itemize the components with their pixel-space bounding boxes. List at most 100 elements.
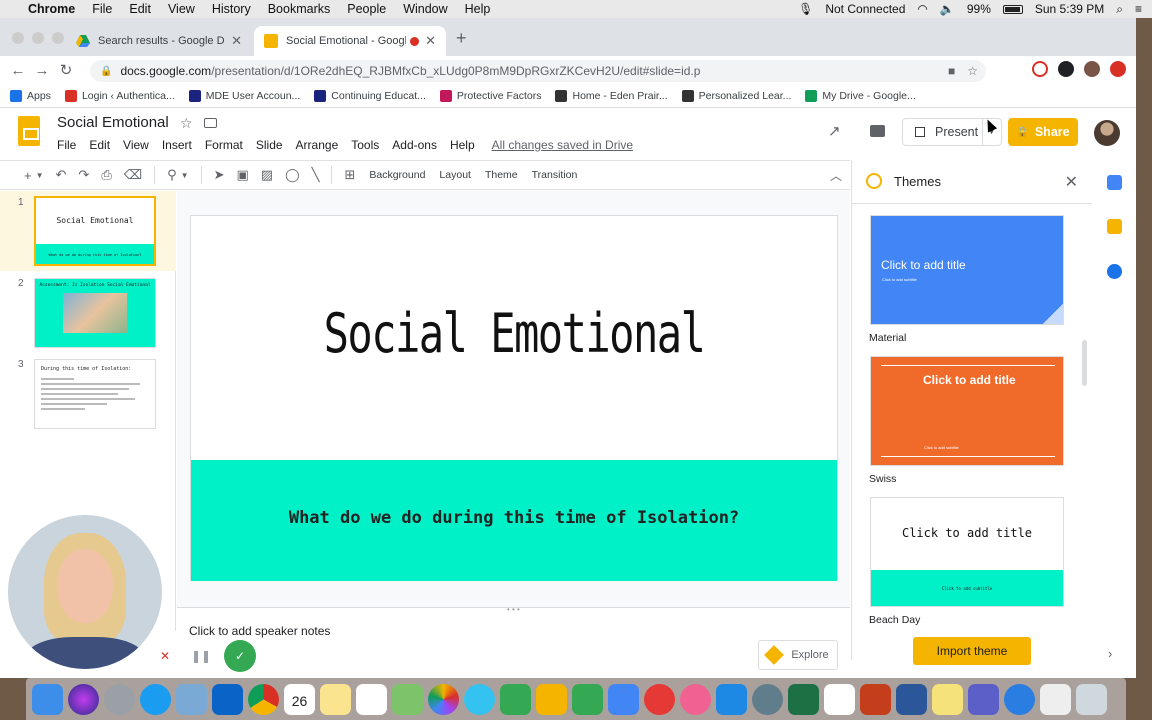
tab-google-drive[interactable]: Search results - Google Drive ✕ <box>66 26 252 56</box>
network-status[interactable]: Not Connected <box>825 2 905 16</box>
slide-thumbnail-1[interactable]: Social Emotional What do we do during th… <box>34 196 156 266</box>
more-icon[interactable]: ··· <box>124 643 142 669</box>
background-button[interactable]: Background <box>369 169 425 181</box>
move-folder-icon[interactable] <box>204 118 217 128</box>
music-icon[interactable] <box>680 683 711 715</box>
shape-icon[interactable]: ◯ <box>285 167 300 183</box>
document-title[interactable]: Social Emotional <box>57 114 169 131</box>
keep-icon[interactable] <box>1107 219 1122 234</box>
menu-app-name[interactable]: Chrome <box>28 2 75 16</box>
redo-icon[interactable]: ↷ <box>78 167 89 183</box>
url-field[interactable]: 🔒 docs.google.com /presentation/d/1ORe2d… <box>90 60 986 82</box>
minimize-window-button[interactable] <box>32 32 44 44</box>
save-status-link[interactable]: All changes saved in Drive <box>492 138 633 152</box>
menu-people[interactable]: People <box>347 2 386 16</box>
menu-bookmarks[interactable]: Bookmarks <box>268 2 331 16</box>
explore-button[interactable]: Explore <box>758 640 838 670</box>
back-icon[interactable]: ← <box>6 62 30 79</box>
camera-icon[interactable]: ■ <box>948 64 955 78</box>
image-icon[interactable]: ▨ <box>261 167 273 183</box>
docs-menu-file[interactable]: File <box>57 138 76 152</box>
lock-icon[interactable]: 🔒 <box>100 66 112 77</box>
notification-center-icon[interactable]: ≡ <box>1135 2 1142 16</box>
docs-menu-arrange[interactable]: Arrange <box>296 138 339 152</box>
bookmark-item[interactable]: Personalized Lear... <box>681 89 791 102</box>
teams-icon[interactable] <box>968 683 999 715</box>
new-tab-icon[interactable]: + <box>456 28 467 49</box>
profile-avatar-icon[interactable] <box>1084 61 1100 77</box>
menu-history[interactable]: History <box>212 2 251 16</box>
docs-menu-edit[interactable]: Edit <box>89 138 110 152</box>
speaker-notes[interactable]: • • • Click to add speaker notes <box>177 605 850 660</box>
docs-menu-insert[interactable]: Insert <box>162 138 192 152</box>
bookmark-item[interactable]: My Drive - Google... <box>805 89 916 102</box>
docs-menu-format[interactable]: Format <box>205 138 243 152</box>
pause-recording-icon[interactable]: ❚❚ <box>188 643 214 669</box>
extension-icon[interactable] <box>1110 61 1126 77</box>
cancel-recording-icon[interactable]: ✕ <box>152 643 178 669</box>
comment-icon[interactable] <box>870 125 885 137</box>
menu-file[interactable]: File <box>92 2 112 16</box>
close-window-button[interactable] <box>12 32 24 44</box>
theme-material[interactable]: Click to add title Click to add subtitle <box>870 215 1064 325</box>
chrome-icon[interactable] <box>248 683 279 715</box>
slide-subtitle[interactable]: What do we do during this time of Isolat… <box>191 508 837 528</box>
print-icon[interactable]: ⎙ <box>101 167 111 183</box>
chevron-right-icon[interactable]: › <box>1108 646 1112 661</box>
docs-menu-slide[interactable]: Slide <box>256 138 283 152</box>
numbers-icon[interactable] <box>572 683 603 715</box>
import-theme-button[interactable]: Import theme <box>913 637 1031 665</box>
slide-canvas[interactable]: Social Emotional What do we do during th… <box>190 215 838 581</box>
theme-button[interactable]: Theme <box>485 169 518 181</box>
star-icon[interactable]: ☆ <box>180 115 193 132</box>
stickies-icon[interactable] <box>932 683 963 715</box>
news-icon[interactable] <box>644 683 675 715</box>
system-preferences-icon[interactable] <box>752 683 783 715</box>
docs-menu-tools[interactable]: Tools <box>351 138 379 152</box>
zoom-icon[interactable]: ⚲ <box>167 167 177 183</box>
forward-icon[interactable]: → <box>30 62 54 79</box>
reminders-icon[interactable] <box>356 683 387 715</box>
word-icon[interactable] <box>896 683 927 715</box>
notes-icon[interactable] <box>320 683 351 715</box>
bookmark-star-icon[interactable]: ☆ <box>967 64 978 78</box>
paint-format-icon[interactable]: ⌫ <box>124 167 142 183</box>
close-tab-icon[interactable]: ✕ <box>425 33 436 49</box>
bookmark-item[interactable]: MDE User Accoun... <box>188 89 300 102</box>
docs-menu-addons[interactable]: Add-ons <box>392 138 437 152</box>
safari-icon[interactable] <box>140 683 171 715</box>
slide-thumbnail-2[interactable]: Assessment: Is Isolation Social Emotiona… <box>34 278 156 348</box>
slide-thumbnail-3[interactable]: During this time of Isolation: <box>34 359 156 429</box>
volume-icon[interactable]: 🔈 <box>940 2 955 16</box>
layout-button[interactable]: Layout <box>439 169 471 181</box>
text-box-icon[interactable]: ▣ <box>236 167 248 183</box>
menu-window[interactable]: Window <box>403 2 447 16</box>
reload-icon[interactable]: ↻ <box>54 61 78 79</box>
share-button[interactable]: 🔒 Share <box>1008 118 1078 146</box>
close-icon[interactable]: ✕ <box>1065 172 1078 192</box>
messages-icon[interactable] <box>464 683 495 715</box>
new-slide-icon[interactable]: + <box>24 168 32 183</box>
bookmark-item[interactable]: Protective Factors <box>439 89 541 102</box>
chevron-down-icon[interactable]: ▼ <box>181 171 189 180</box>
transition-button[interactable]: Transition <box>532 169 578 181</box>
keynote-icon[interactable] <box>536 683 567 715</box>
microphone-icon[interactable]: 🎙 <box>798 2 813 16</box>
slides-logo-icon[interactable] <box>18 116 40 146</box>
pages-icon[interactable] <box>608 683 639 715</box>
siri-icon[interactable] <box>68 683 99 715</box>
chevron-up-icon[interactable]: ︿ <box>830 167 842 184</box>
extension-icon[interactable] <box>1032 61 1048 77</box>
app-store-icon[interactable] <box>716 683 747 715</box>
battery-percent[interactable]: 99% <box>967 2 991 16</box>
chevron-down-icon[interactable]: ▼ <box>36 171 44 180</box>
internet-icon[interactable] <box>1004 683 1035 715</box>
docs-menu-view[interactable]: View <box>123 138 149 152</box>
zoom-window-button[interactable] <box>52 32 64 44</box>
resize-handle-icon[interactable]: • • • <box>507 605 520 614</box>
mail-icon[interactable] <box>176 683 207 715</box>
close-tab-icon[interactable]: ✕ <box>231 33 242 49</box>
bookmark-apps[interactable]: Apps <box>10 89 51 102</box>
slide-subtitle-band[interactable]: What do we do during this time of Isolat… <box>191 460 837 581</box>
trash-icon[interactable] <box>1076 683 1107 715</box>
